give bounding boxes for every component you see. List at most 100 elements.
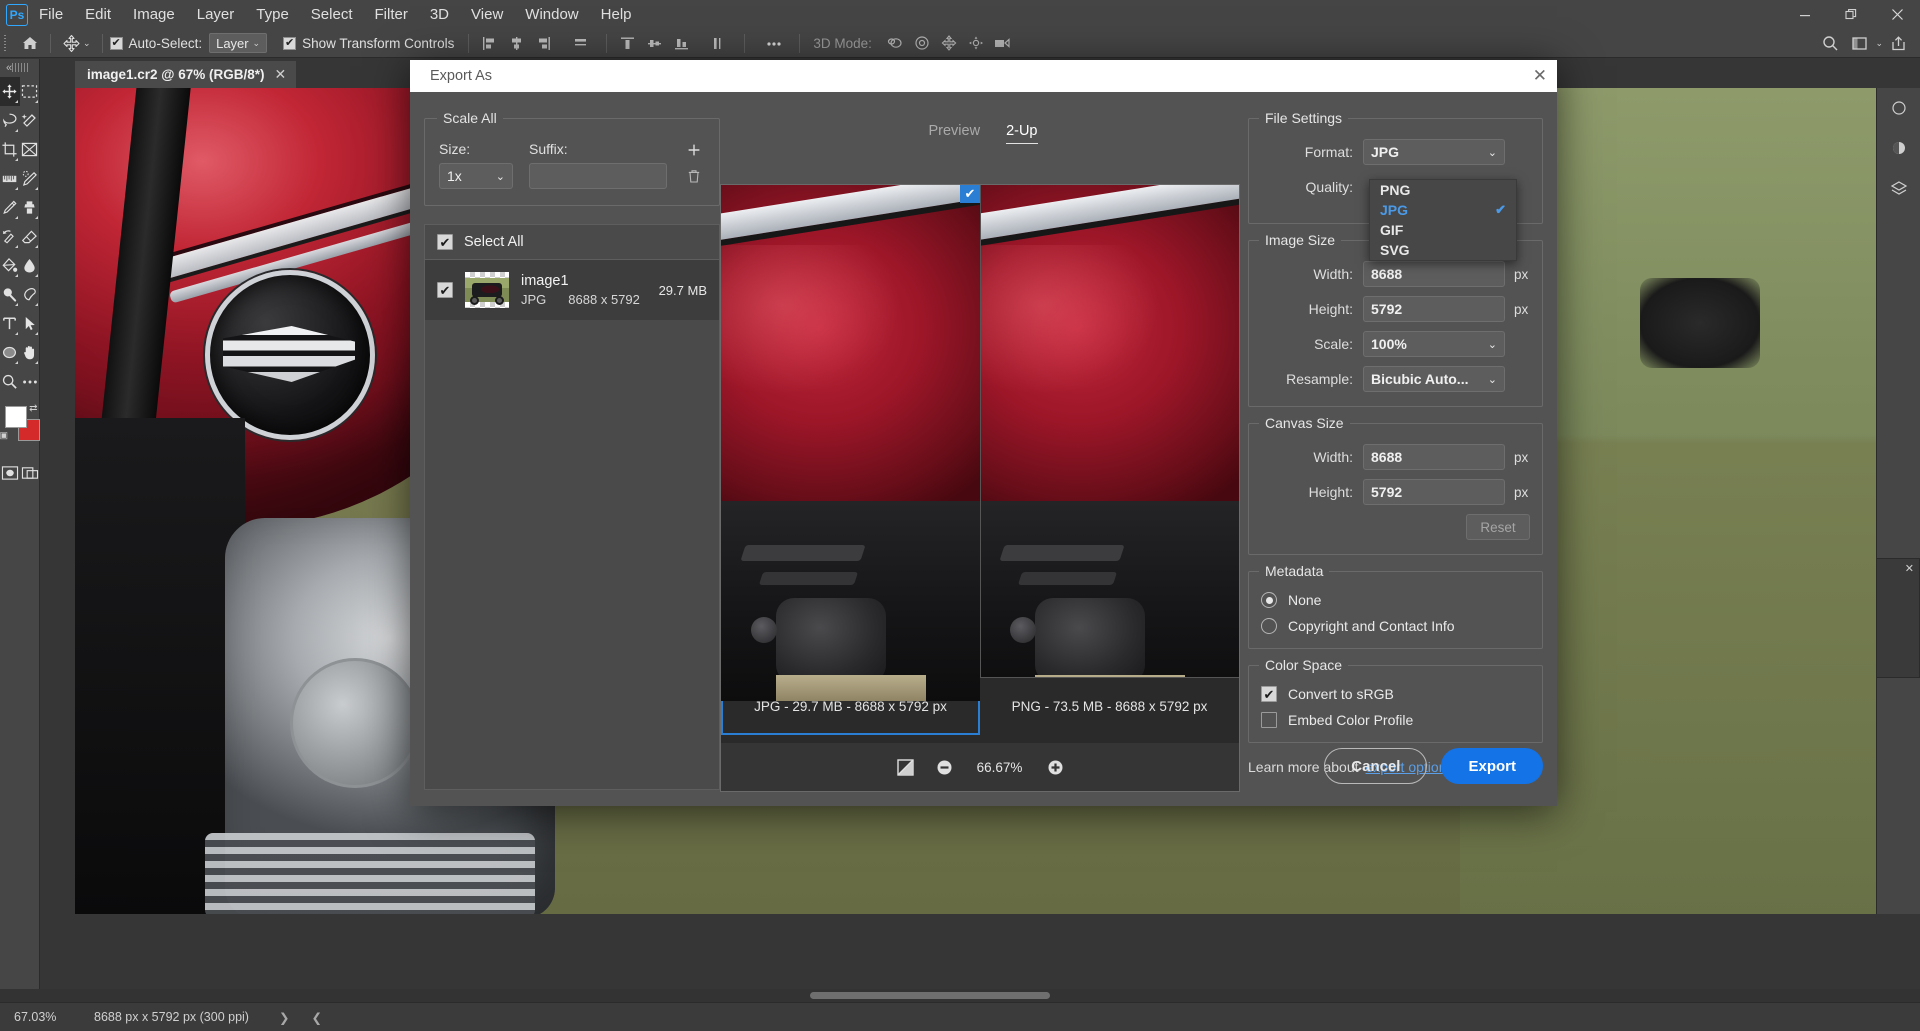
close-icon[interactable]: ✕ (274, 66, 286, 83)
fit-to-screen-button[interactable] (896, 758, 915, 777)
add-size-button[interactable] (683, 141, 705, 159)
orbit-3d-button[interactable] (882, 30, 909, 57)
menu-edit[interactable]: Edit (74, 0, 122, 29)
menu-window[interactable]: Window (514, 0, 589, 29)
tool-edit-toolbar[interactable] (20, 367, 40, 396)
home-button[interactable] (16, 30, 43, 57)
chevron-left-icon[interactable]: ❮ (289, 1010, 321, 1025)
foreground-color-swatch[interactable] (5, 406, 27, 428)
roll-3d-button[interactable] (909, 30, 936, 57)
radio-copyright[interactable] (1261, 618, 1277, 634)
camera-3d-button[interactable] (990, 30, 1017, 57)
pan-3d-button[interactable] (936, 30, 963, 57)
tool-brush[interactable] (0, 193, 20, 222)
tool-gradient[interactable] (0, 251, 20, 280)
tool-marquee[interactable] (20, 77, 40, 106)
canvas-reset-button[interactable]: Reset (1466, 514, 1530, 540)
default-colors-icon[interactable]: ▣ (0, 430, 8, 441)
tool-path-selection[interactable] (20, 309, 40, 338)
chevron-down-icon[interactable]: ⌄ (1875, 38, 1883, 49)
canvas-height-input[interactable]: 5792 (1363, 479, 1505, 505)
tool-eyedropper[interactable] (0, 164, 20, 193)
auto-select-checkbox[interactable]: ✔ (110, 37, 123, 50)
preview-pane-png[interactable] (980, 185, 1239, 735)
zoom-out-button[interactable] (935, 758, 954, 777)
color-space-option-embed[interactable]: ✔ Embed Color Profile (1261, 712, 1530, 728)
image-scale-select[interactable]: 100% ⌄ (1363, 331, 1505, 357)
minimize-button[interactable] (1782, 0, 1828, 29)
adjustments-panel-icon[interactable] (1877, 128, 1920, 168)
align-middle-vertical-button[interactable] (641, 30, 668, 57)
canvas-width-input[interactable]: 8688 (1363, 444, 1505, 470)
select-all-row[interactable]: ✔ Select All (424, 224, 720, 260)
tool-healing-brush[interactable] (20, 164, 40, 193)
more-options-button[interactable] (760, 30, 787, 57)
align-left-button[interactable] (476, 30, 503, 57)
swap-colors-icon[interactable]: ⇄ (29, 403, 37, 414)
menu-view[interactable]: View (460, 0, 514, 29)
status-zoom-level[interactable]: 67.03% (0, 1010, 70, 1024)
tool-crop[interactable] (0, 135, 20, 164)
format-select[interactable]: JPG ⌄ (1363, 139, 1505, 165)
scrollbar-thumb[interactable] (810, 992, 1050, 999)
tool-magic-wand[interactable] (20, 106, 40, 135)
distribute-horizontal-button[interactable] (567, 30, 594, 57)
tool-frame[interactable] (20, 135, 40, 164)
align-bottom-button[interactable] (668, 30, 695, 57)
tab-preview[interactable]: Preview (928, 123, 980, 143)
tools-panel-grip[interactable] (12, 63, 28, 72)
suffix-input[interactable] (529, 163, 667, 189)
menu-layer[interactable]: Layer (186, 0, 246, 29)
format-option-jpg[interactable]: JPG ✔ (1370, 200, 1516, 220)
menu-type[interactable]: Type (245, 0, 300, 29)
share-button[interactable] (1885, 30, 1912, 57)
image-width-input[interactable]: 8688 (1363, 261, 1505, 287)
menu-filter[interactable]: Filter (364, 0, 419, 29)
tool-zoom[interactable] (0, 367, 20, 396)
align-center-horizontal-button[interactable] (503, 30, 530, 57)
image-height-input[interactable]: 5792 (1363, 296, 1505, 322)
layers-panel-icon[interactable] (1877, 168, 1920, 208)
image-resample-select[interactable]: Bicubic Auto... ⌄ (1363, 366, 1505, 392)
close-button[interactable] (1874, 0, 1920, 29)
asset-checkbox[interactable]: ✔ (437, 282, 453, 298)
radio-none[interactable] (1261, 592, 1277, 608)
slide-3d-button[interactable] (963, 30, 990, 57)
document-tab[interactable]: image1.cr2 @ 67% (RGB/8*) ✕ (75, 61, 296, 88)
tool-preset-picker[interactable]: ⌄ (58, 34, 95, 53)
color-swatches[interactable]: ⇄ ▣ (0, 404, 40, 448)
metadata-option-copyright[interactable]: Copyright and Contact Info (1261, 618, 1530, 634)
quick-mask-button[interactable] (0, 458, 20, 487)
chevron-right-icon[interactable]: ❯ (249, 1010, 289, 1025)
screen-mode-button[interactable] (20, 458, 40, 487)
show-transform-checkbox[interactable]: ✔ (283, 37, 296, 50)
color-space-option-srgb[interactable]: ✔ Convert to sRGB (1261, 686, 1530, 702)
color-panel-icon[interactable] (1877, 88, 1920, 128)
auto-select-scope-select[interactable]: Layer ⌄ (209, 33, 267, 53)
select-all-checkbox[interactable]: ✔ (437, 234, 453, 250)
metadata-option-none[interactable]: None (1261, 592, 1530, 608)
panel-close-icon[interactable]: ✕ (1905, 562, 1914, 575)
tool-type[interactable] (0, 309, 20, 338)
menu-help[interactable]: Help (590, 0, 643, 29)
preview-zoom-value[interactable]: 66.67% (974, 760, 1026, 775)
cancel-button[interactable]: Cancel (1324, 748, 1427, 784)
restore-button[interactable] (1828, 0, 1874, 29)
dialog-close-button[interactable]: ✕ (1533, 66, 1547, 86)
convert-srgb-checkbox[interactable]: ✔ (1261, 686, 1277, 702)
menu-3d[interactable]: 3D (419, 0, 460, 29)
horizontal-scrollbar[interactable] (0, 989, 1920, 1002)
tool-pen[interactable] (20, 280, 40, 309)
tool-blur[interactable] (20, 251, 40, 280)
collapse-panels-button[interactable]: « (6, 62, 12, 74)
search-button[interactable] (1817, 30, 1844, 57)
zoom-in-button[interactable] (1046, 758, 1065, 777)
menu-file[interactable]: File (28, 0, 74, 29)
distribute-vertical-button[interactable] (705, 30, 732, 57)
delete-size-button[interactable] (683, 163, 705, 189)
tool-dodge[interactable] (0, 280, 20, 309)
tool-shape[interactable] (0, 338, 20, 367)
tool-history-brush[interactable] (0, 222, 20, 251)
tool-move[interactable] (0, 77, 20, 106)
tool-lasso[interactable] (0, 106, 20, 135)
